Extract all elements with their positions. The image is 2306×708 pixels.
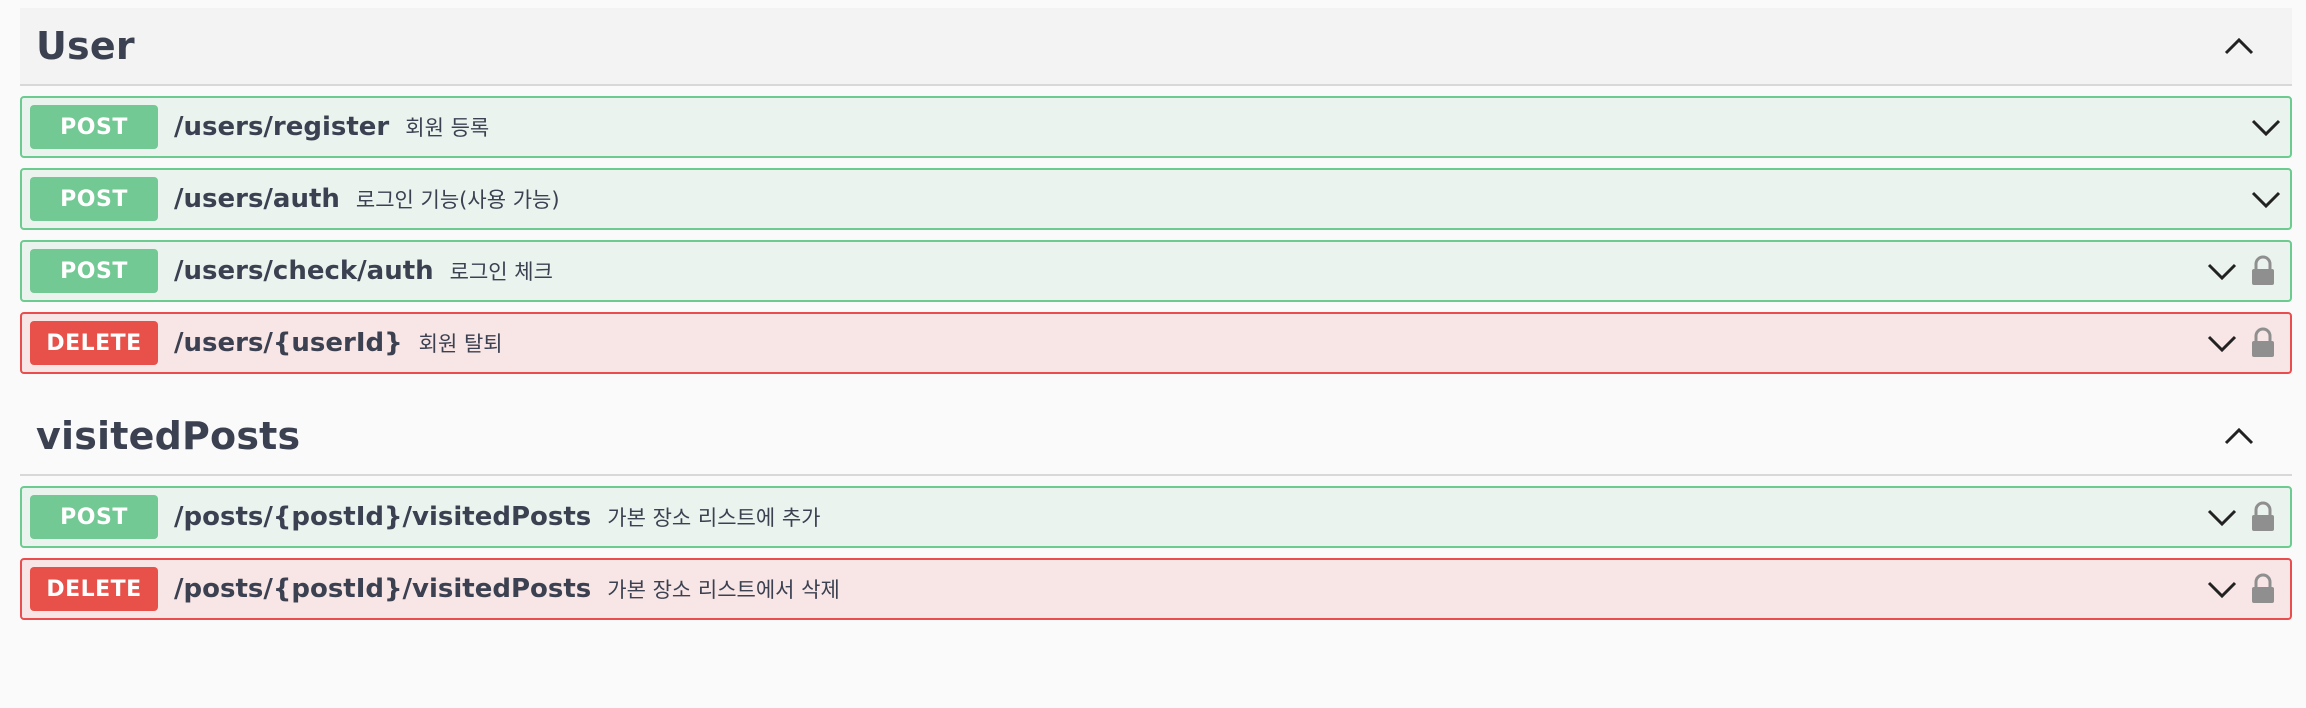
operation-path: /users/{userId}	[174, 328, 403, 358]
operation-summary: 로그인 체크	[449, 260, 553, 284]
lock-icon[interactable]	[2250, 255, 2276, 287]
operation-summary: 로그인 기능(사용 가능)	[355, 188, 560, 212]
operation-post-users-register[interactable]: POST /users/register 회원 등록	[20, 96, 2292, 158]
tag-section-header-visitedposts[interactable]: visitedPosts	[20, 398, 2292, 476]
method-badge: POST	[30, 177, 158, 221]
method-badge: DELETE	[30, 567, 158, 611]
operation-delete-users-userid[interactable]: DELETE /users/{userId} 회원 탈퇴	[20, 312, 2292, 374]
chevron-down-icon[interactable]	[2206, 501, 2238, 533]
lock-icon[interactable]	[2250, 327, 2276, 359]
operation-path: /users/register	[174, 112, 390, 142]
tag-section-header-user[interactable]: User	[20, 8, 2292, 86]
method-badge: POST	[30, 495, 158, 539]
method-badge: DELETE	[30, 321, 158, 365]
operation-post-visitedposts[interactable]: POST /posts/{postId}/visitedPosts 가본 장소 …	[20, 486, 2292, 548]
chevron-down-icon[interactable]	[2250, 183, 2282, 215]
operation-summary: 회원 탈퇴	[418, 332, 503, 356]
chevron-down-icon[interactable]	[2206, 327, 2238, 359]
api-operations-list: User POST /users/register 회원 등록 POST /us…	[20, 8, 2292, 620]
operation-summary: 가본 장소 리스트에서 삭제	[607, 578, 840, 602]
operation-post-users-check-auth[interactable]: POST /users/check/auth 로그인 체크	[20, 240, 2292, 302]
operation-path: /users/check/auth	[174, 256, 434, 286]
operation-path: /users/auth	[174, 184, 340, 214]
tag-title: visitedPosts	[36, 414, 301, 458]
operation-path: /posts/{postId}/visitedPosts	[174, 574, 592, 604]
lock-icon[interactable]	[2250, 501, 2276, 533]
method-badge: POST	[30, 249, 158, 293]
chevron-down-icon[interactable]	[2206, 573, 2238, 605]
operation-path: /posts/{postId}/visitedPosts	[174, 502, 592, 532]
operation-post-users-auth[interactable]: POST /users/auth 로그인 기능(사용 가능)	[20, 168, 2292, 230]
chevron-up-icon[interactable]	[2222, 419, 2256, 453]
lock-icon[interactable]	[2250, 573, 2276, 605]
chevron-down-icon[interactable]	[2250, 111, 2282, 143]
operation-summary: 가본 장소 리스트에 추가	[607, 506, 821, 530]
method-badge: POST	[30, 105, 158, 149]
operation-delete-visitedposts[interactable]: DELETE /posts/{postId}/visitedPosts 가본 장…	[20, 558, 2292, 620]
chevron-down-icon[interactable]	[2206, 255, 2238, 287]
tag-title: User	[36, 24, 135, 68]
chevron-up-icon[interactable]	[2222, 29, 2256, 63]
operation-summary: 회원 등록	[405, 116, 490, 140]
